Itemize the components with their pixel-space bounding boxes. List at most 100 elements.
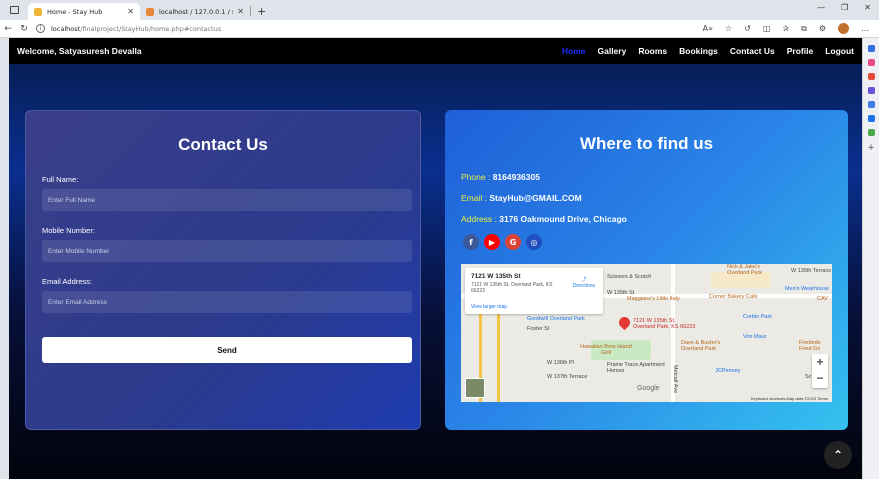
full-name-label: Full Name: bbox=[42, 175, 79, 184]
map-zoom-control: + − bbox=[812, 354, 828, 388]
address-value: 3176 Oakmound Drive, Chicago bbox=[499, 214, 627, 224]
address-bar: ← ↻ i localhost/finalproject/StayHub/hom… bbox=[0, 20, 879, 38]
refresh-icon[interactable]: ↻ bbox=[16, 24, 32, 34]
map-label: Maggiano's Little Italy bbox=[627, 296, 680, 302]
phpmyadmin-favicon-icon bbox=[146, 7, 154, 16]
nav-bookings[interactable]: Bookings bbox=[679, 46, 718, 56]
new-tab-icon[interactable]: + bbox=[257, 5, 266, 18]
games-icon[interactable] bbox=[867, 101, 875, 108]
social-links: f ▶ G ◎ bbox=[463, 234, 542, 250]
phone-line: Phone : 8164936305 bbox=[461, 172, 540, 182]
collections-icon[interactable]: ⧉ bbox=[801, 24, 807, 34]
url-host: localhost bbox=[51, 24, 81, 33]
mobile-input[interactable]: Enter Mobile Number bbox=[42, 240, 412, 262]
email-label: Email Address: bbox=[42, 277, 93, 286]
window-controls: — ❐ ✕ bbox=[817, 3, 871, 12]
map-label: CAV bbox=[817, 296, 828, 302]
nav-profile[interactable]: Profile bbox=[787, 46, 813, 56]
add-sidebar-icon[interactable]: + bbox=[863, 143, 879, 153]
mobile-label: Mobile Number: bbox=[42, 226, 95, 235]
map-highway bbox=[497, 304, 500, 402]
find-us-panel: Where to find us Phone : 8164936305 Emai… bbox=[445, 110, 848, 430]
email-line: Email : StayHub@GMAIL.COM bbox=[461, 193, 582, 203]
map-label: Sc bbox=[805, 374, 812, 380]
map-footer: Keyboard shortcuts Map data ©2023 Terms bbox=[750, 396, 828, 401]
nav-rooms[interactable]: Rooms bbox=[638, 46, 667, 56]
directions-link[interactable]: ⤴ Directions bbox=[573, 276, 595, 289]
browser-tab-bar: Home - Stay Hub ✕ localhost / 127.0.0.1 … bbox=[0, 0, 879, 20]
favorite-star-icon[interactable]: ☆ bbox=[725, 24, 732, 33]
google-icon[interactable]: G bbox=[505, 234, 521, 250]
search-icon[interactable] bbox=[867, 45, 875, 52]
back-icon[interactable]: ← bbox=[0, 24, 16, 34]
instagram-icon[interactable]: ◎ bbox=[526, 234, 542, 250]
close-tab-icon[interactable]: ✕ bbox=[237, 7, 244, 16]
map-label: Dave & Buster's Overland Park bbox=[681, 340, 721, 352]
map-label: JCPenney bbox=[715, 368, 741, 374]
google-logo: Google bbox=[637, 385, 660, 392]
outlook-icon[interactable] bbox=[867, 115, 875, 122]
facebook-icon[interactable]: f bbox=[463, 234, 479, 250]
read-aloud-icon[interactable]: A» bbox=[703, 24, 713, 33]
address-line: Address : 3176 Oakmound Drive, Chicago bbox=[461, 214, 627, 224]
close-window-icon[interactable]: ✕ bbox=[864, 3, 871, 12]
map-card-address: 7121 W 135th St, Overland Park, KS 66223 bbox=[471, 282, 553, 294]
address-key: Address : bbox=[461, 214, 497, 224]
restore-icon[interactable]: ❐ bbox=[841, 3, 848, 12]
stayhub-favicon-icon bbox=[34, 7, 42, 16]
phone-value: 8164936305 bbox=[492, 172, 540, 182]
nav-home[interactable]: Home bbox=[562, 46, 586, 56]
tab-divider bbox=[250, 6, 251, 16]
tab-home[interactable]: Home - Stay Hub ✕ bbox=[28, 3, 140, 20]
send-button[interactable]: Send bbox=[42, 337, 412, 363]
zoom-in-icon[interactable]: + bbox=[812, 354, 828, 370]
google-map[interactable]: 7121 W 135th St 7121 W 135th St, Overlan… bbox=[461, 264, 832, 402]
email-input[interactable]: Enter Email Address bbox=[42, 291, 412, 313]
email-value: StayHub@GMAIL.COM bbox=[489, 193, 582, 203]
double-chevron-up-icon: ⌃ bbox=[832, 448, 844, 462]
website-viewport: Welcome, Satyasuresh Devalla Home Galler… bbox=[9, 38, 862, 479]
map-label: W 135th Terrace bbox=[791, 268, 832, 274]
contact-title: Contact Us bbox=[178, 135, 268, 154]
map-card-title: 7121 W 135th St bbox=[471, 273, 521, 280]
refresh-extension-icon[interactable]: ↺ bbox=[744, 24, 751, 33]
extensions-icon[interactable]: ⚙ bbox=[819, 24, 826, 33]
email-key: Email : bbox=[461, 193, 487, 203]
nav-gallery[interactable]: Gallery bbox=[598, 46, 627, 56]
edge-sidebar: + bbox=[862, 38, 879, 479]
more-menu-icon[interactable]: … bbox=[861, 24, 869, 33]
url-field[interactable]: i localhost/finalproject/StayHub/home.ph… bbox=[36, 22, 221, 36]
map-label: Nick & Jake's Overland Park bbox=[727, 264, 763, 276]
map-label: W 137th Terrace bbox=[547, 374, 588, 380]
view-larger-map-link[interactable]: View larger map bbox=[471, 304, 507, 310]
zoom-out-icon[interactable]: − bbox=[812, 370, 828, 386]
nav-contact-us[interactable]: Contact Us bbox=[730, 46, 775, 56]
map-label: Hawaiian Bros Island Grill bbox=[580, 344, 632, 356]
drop-icon[interactable] bbox=[867, 129, 875, 136]
location-pin-icon bbox=[616, 314, 633, 331]
map-label: Firebirds Fired Gri bbox=[799, 340, 821, 352]
nav-logout[interactable]: Logout bbox=[825, 46, 854, 56]
favorites-icon[interactable]: ✰ bbox=[782, 24, 789, 33]
full-name-input[interactable]: Enter Full Name bbox=[42, 189, 412, 211]
welcome-text: Welcome, Satyasuresh Devalla bbox=[17, 46, 142, 56]
scroll-to-top-button[interactable]: ⌃ bbox=[824, 441, 852, 469]
youtube-icon[interactable]: ▶ bbox=[484, 234, 500, 250]
split-screen-icon[interactable]: ◫ bbox=[763, 24, 771, 33]
discover-icon[interactable] bbox=[867, 59, 875, 66]
site-navbar: Welcome, Satyasuresh Devalla Home Galler… bbox=[9, 38, 862, 64]
map-label: W 136th Pl bbox=[547, 360, 574, 366]
satellite-toggle[interactable] bbox=[465, 378, 485, 398]
profile-avatar[interactable] bbox=[838, 23, 849, 34]
tools-icon[interactable] bbox=[867, 87, 875, 94]
map-pin-label: 7121 W 135th St, Overland Park, KS 66223 bbox=[633, 318, 696, 330]
tab-actions-icon[interactable] bbox=[0, 0, 28, 20]
find-us-title: Where to find us bbox=[579, 134, 714, 153]
site-info-icon[interactable]: i bbox=[36, 24, 45, 33]
tab-phpmyadmin[interactable]: localhost / 127.0.0.1 / stayhub / ... ✕ bbox=[140, 3, 250, 20]
shopping-icon[interactable] bbox=[867, 73, 875, 80]
map-label: Von Maur bbox=[743, 334, 767, 340]
close-tab-icon[interactable]: ✕ bbox=[127, 7, 134, 16]
minimize-icon[interactable]: — bbox=[817, 3, 825, 12]
map-label: Men's Wearhouse bbox=[785, 286, 830, 292]
